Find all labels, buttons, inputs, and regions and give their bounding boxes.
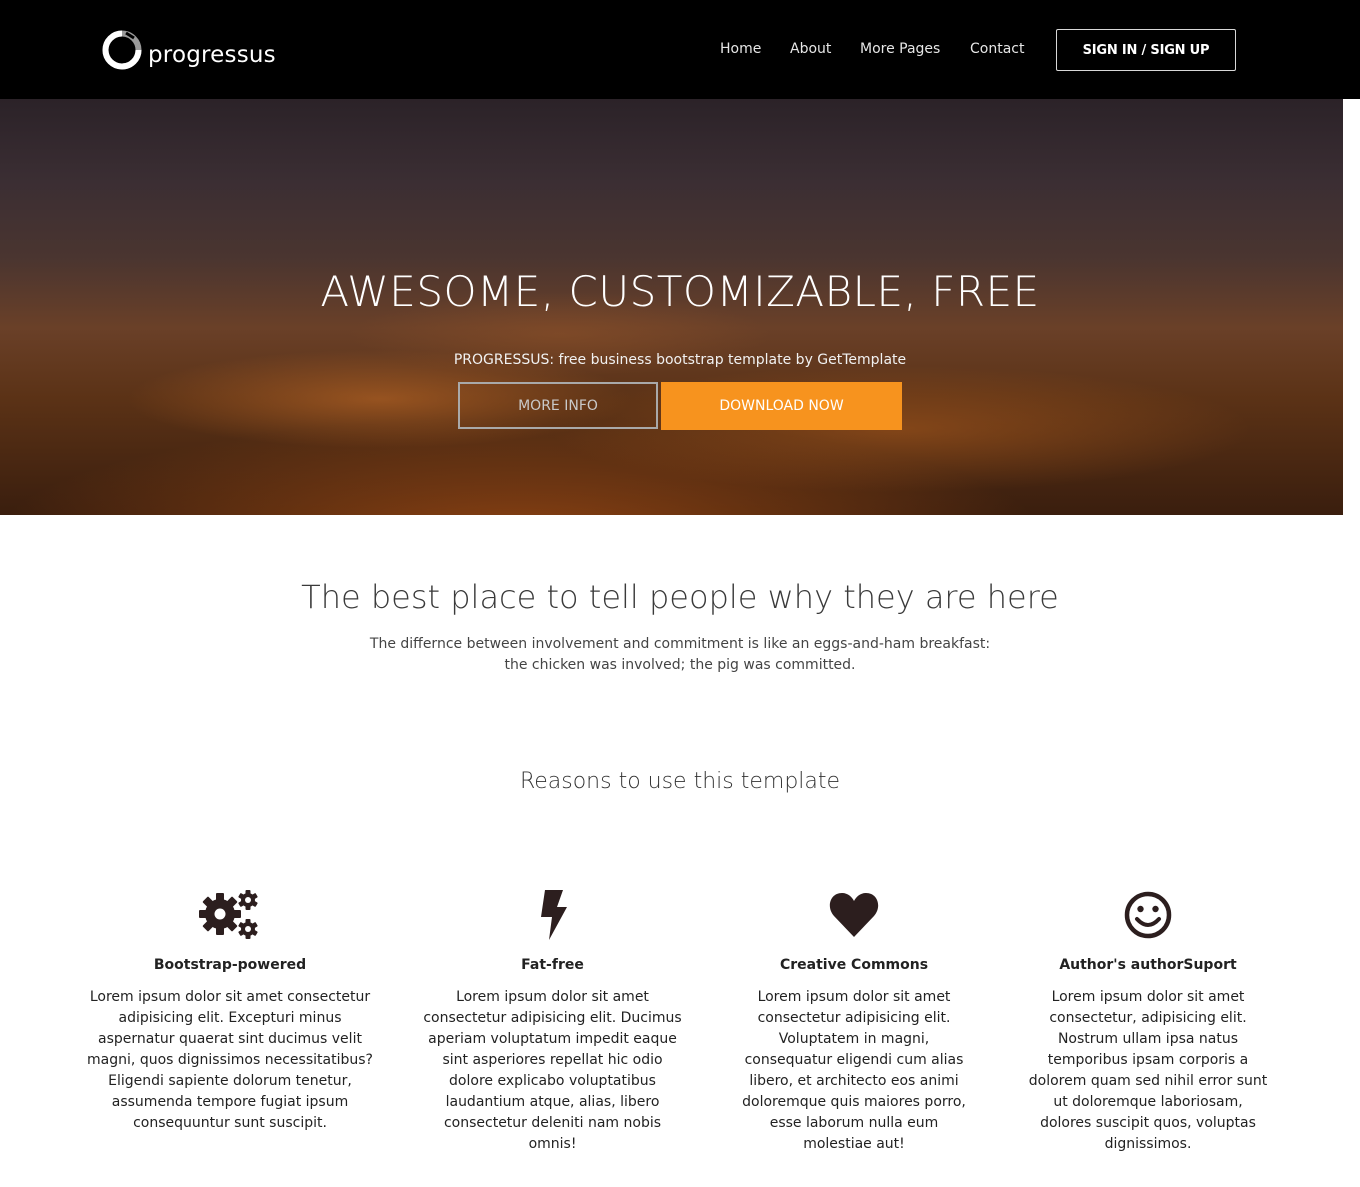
feature-icon-wrap [86,887,374,943]
nav-about[interactable]: About [790,38,831,60]
feature-title: Bootstrap-powered [153,957,307,973]
feature-title: Fat-free [521,957,584,973]
download-now-button[interactable]: DOWNLOAD NOW [661,382,902,430]
reasons-heading: Reasons to use this template [519,769,841,794]
heart-icon [829,893,879,937]
smile-icon [1124,891,1172,939]
feature-text: Lorem ipsum dolor sit amet consectetur a… [742,989,966,1152]
nav-home[interactable]: Home [720,38,761,60]
feature-title: Author's authorSuport [1059,957,1237,973]
navbar: progressus Home About More Pages Contact… [0,0,1360,99]
hero-title: AWESOME, CUSTOMIZABLE, FREE [320,267,1040,316]
feature-text: Lorem ipsum dolor sit amet consectetur a… [87,989,373,1131]
intro-heading: The best place to tell people why they a… [301,578,1059,616]
feature-icon-wrap [736,887,972,943]
feature-bootstrap: Bootstrap-powered Lorem ipsum dolor sit … [86,887,374,1134]
feature-title: Creative Commons [779,957,929,973]
feature-text: Lorem ipsum dolor sit amet consectetur, … [1028,989,1268,1152]
feature-author-support: Author's authorSuport Lorem ipsum dolor … [1026,887,1270,1155]
nav-more-pages[interactable]: More Pages [860,38,940,60]
feature-text: Lorem ipsum dolor sit amet consectetur a… [423,989,682,1152]
intro-text: The differnce between involvement and co… [0,634,1360,676]
feature-creative-commons: Creative Commons Lorem ipsum dolor sit a… [736,887,972,1155]
intro-line-2: the chicken was involved; the pig was co… [504,657,856,673]
more-info-button[interactable]: MORE INFO [458,382,658,429]
feature-fat-free: Fat-free Lorem ipsum dolor sit amet cons… [420,887,685,1155]
feature-icon-wrap [1026,887,1270,943]
feature-icon-wrap [420,887,685,943]
signin-signup-button[interactable]: SIGN IN / SIGN UP [1056,29,1236,71]
nav-contact[interactable]: Contact [970,38,1024,60]
gears-icon [199,890,258,939]
hero-subtitle: PROGRESSUS: free business bootstrap temp… [453,352,907,368]
hero-banner: AWESOME, CUSTOMIZABLE, FREE PROGRESSUS: … [0,99,1343,515]
flash-icon [540,890,567,940]
intro-line-1: The differnce between involvement and co… [369,636,991,652]
